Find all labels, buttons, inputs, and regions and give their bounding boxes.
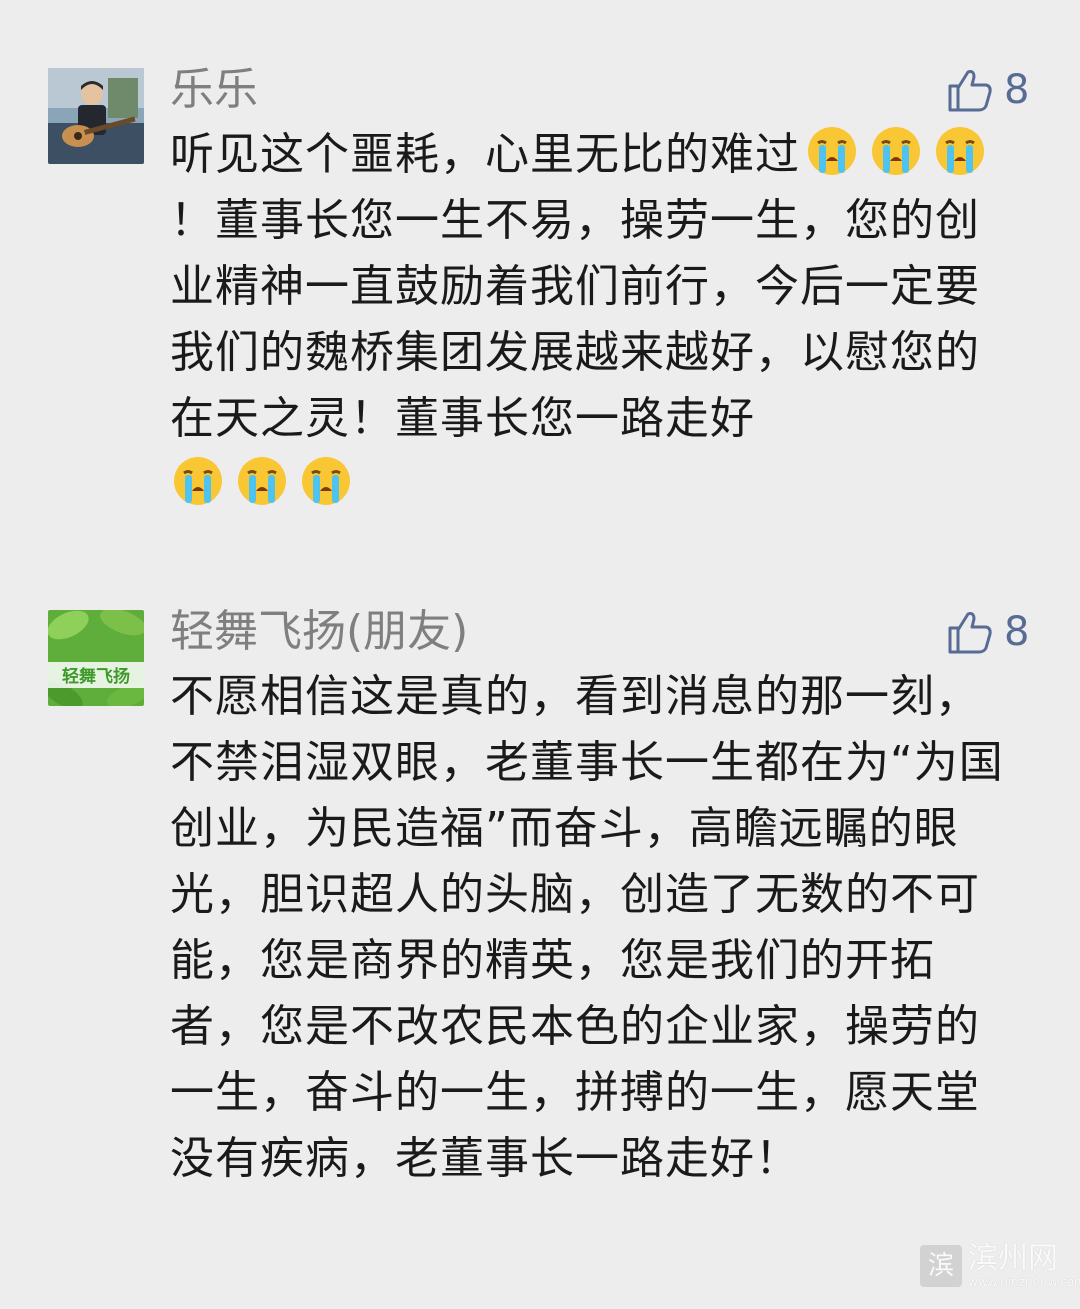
comment-username[interactable]: 轻舞飞扬(朋友): [170, 604, 468, 660]
comment-text-part: ！董事长您一生不易，操劳一生，您的创业精神一直鼓励着我们前行，今后一定要我们的魏…: [170, 195, 980, 444]
green-leaves-logo: 轻舞飞扬: [48, 610, 144, 706]
watermark-logo-icon: 滨: [920, 1245, 962, 1287]
comment-username[interactable]: 乐乐: [170, 62, 258, 118]
crying-face-emoji: [808, 127, 856, 175]
crying-face-emoji: [872, 127, 920, 175]
avatar-text: 轻舞飞扬: [62, 666, 130, 687]
boy-with-guitar-photo: [48, 68, 144, 164]
avatar[interactable]: 轻舞飞扬: [48, 610, 144, 706]
thumbs-up-icon: [948, 70, 992, 112]
like-count: 8: [1004, 67, 1030, 113]
comment-text-part: 听见这个噩耗，心里无比的难过: [170, 129, 800, 180]
emoji-row: [170, 452, 1020, 518]
comment-text: 听见这个噩耗，心里无比的难过 ！董事长您一生不易，操劳一生，您的创业精神一直鼓励着…: [170, 122, 1020, 518]
watermark-name: 滨州网: [968, 1241, 1058, 1276]
watermark: 滨 滨州网 www.binzhouw.com: [920, 1244, 1080, 1288]
crying-face-emoji: [936, 127, 984, 175]
thumbs-up-icon: [948, 612, 992, 654]
like-button[interactable]: 8: [946, 604, 1029, 660]
like-button[interactable]: 8: [946, 62, 1029, 118]
avatar[interactable]: [48, 68, 144, 164]
like-count: 8: [1004, 609, 1030, 655]
crying-face-emoji: [174, 457, 222, 505]
crying-face-emoji: [238, 457, 286, 505]
watermark-url: www.binzhouw.com: [968, 1275, 1080, 1289]
watermark-text: 滨州网 www.binzhouw.com: [968, 1241, 1080, 1289]
comment-text: 不愿相信这是真的，看到消息的那一刻，不禁泪湿双眼，老董事长一生都在为“为国创业，…: [170, 671, 1004, 1184]
crying-face-emoji: [302, 457, 350, 505]
